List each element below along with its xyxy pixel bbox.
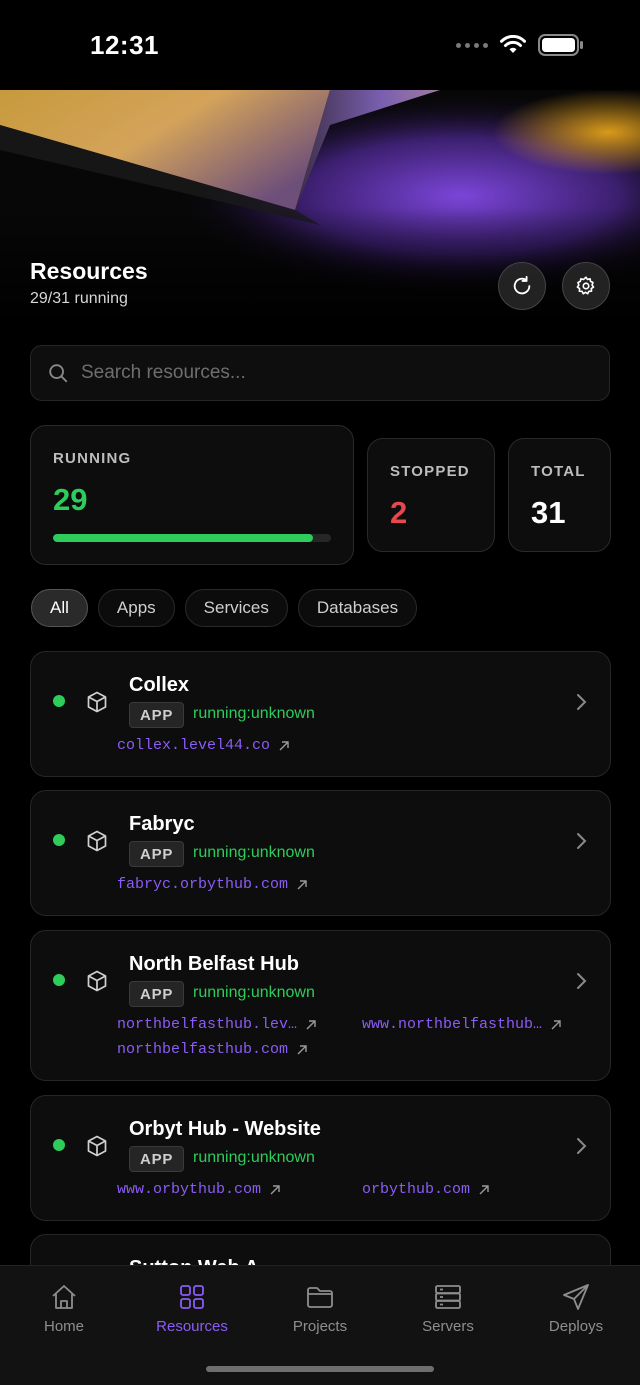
refresh-button[interactable] (498, 262, 546, 310)
total-label: TOTAL (531, 463, 586, 480)
filter-all[interactable]: All (31, 589, 88, 627)
tab-projects[interactable]: Projects (256, 1282, 384, 1335)
total-count: 31 (531, 495, 566, 530)
resource-card-north-belfast-hub[interactable]: North Belfast Hub APP running:unknown no… (30, 930, 611, 1081)
filter-chips: All Apps Services Databases (31, 589, 418, 627)
page-title: Resources (30, 258, 148, 284)
chevron-right-icon (577, 1138, 587, 1154)
status-icons (456, 34, 584, 56)
total-stat-card: TOTAL 31 (508, 438, 611, 552)
running-summary: 29/31 running (30, 290, 128, 307)
external-link-icon (297, 879, 307, 889)
resource-link[interactable]: northbelfasthub.com (117, 1041, 308, 1058)
running-label: RUNNING (53, 450, 132, 467)
external-link-icon (270, 1184, 280, 1194)
chevron-right-icon (577, 973, 587, 989)
search-bar[interactable] (30, 345, 610, 401)
wifi-icon (500, 35, 526, 53)
status-time: 12:31 (90, 30, 159, 60)
hero-header: Resources 29/31 running (0, 90, 640, 325)
resource-link[interactable]: northbelfasthub.lev… (117, 1016, 317, 1033)
status-dot (53, 834, 65, 846)
gear-icon (576, 276, 595, 295)
resource-status: running:unknown (193, 705, 315, 722)
house-icon (52, 1285, 76, 1309)
cube-icon (87, 830, 107, 852)
resource-status: running:unknown (193, 984, 315, 1001)
cellular-signal-icon (456, 42, 488, 48)
filter-services[interactable]: Services (184, 589, 288, 627)
resource-name: Collex (129, 674, 190, 696)
resource-link[interactable]: www.orbythub.com (117, 1181, 281, 1198)
paper-plane-icon (563, 1284, 589, 1310)
cube-icon (87, 970, 107, 992)
tab-projects-label: Projects (292, 1318, 348, 1335)
server-icon (435, 1285, 461, 1309)
resource-card-collex[interactable]: Collex APP running:unknown collex.level4… (30, 651, 611, 777)
resource-link[interactable]: www.northbelfasthub… (362, 1016, 562, 1033)
type-badge: APP (129, 702, 185, 728)
running-count: 29 (53, 482, 88, 517)
status-dot (53, 1139, 65, 1151)
resource-card-orbyt-hub-website[interactable]: Orbyt Hub - Website APP running:unknown … (30, 1095, 611, 1221)
external-link-icon (297, 1044, 307, 1054)
resource-link[interactable]: collex.level44.co (117, 737, 290, 754)
status-dot (53, 974, 65, 986)
type-badge: APP (129, 841, 185, 867)
tab-home[interactable]: Home (0, 1282, 128, 1335)
running-progress-bar (53, 534, 331, 542)
search-icon (49, 364, 68, 383)
refresh-icon (513, 275, 531, 295)
type-badge: APP (129, 1146, 185, 1172)
resource-name: North Belfast Hub (129, 953, 299, 975)
stopped-stat-card: STOPPED 2 (367, 438, 495, 552)
external-link-icon (479, 1184, 489, 1194)
tab-servers-label: Servers (422, 1318, 474, 1335)
resource-link[interactable]: fabryc.orbythub.com (117, 876, 308, 893)
resource-card-fabryc[interactable]: Fabryc APP running:unknown fabryc.orbyth… (30, 790, 611, 916)
tab-home-label: Home (43, 1318, 84, 1335)
search-input[interactable] (81, 362, 561, 384)
battery-icon (538, 34, 583, 56)
stopped-count: 2 (390, 495, 408, 530)
home-indicator (206, 1366, 434, 1372)
running-progress-fill (53, 534, 313, 542)
chevron-right-icon (577, 694, 587, 710)
type-badge: APP (129, 981, 185, 1007)
external-link-icon (279, 740, 289, 750)
settings-button[interactable] (562, 262, 610, 310)
status-bar: 12:31 (0, 0, 640, 90)
cube-icon (87, 691, 107, 713)
external-link-icon (551, 1019, 561, 1029)
external-link-icon (306, 1019, 316, 1029)
tab-servers[interactable]: Servers (384, 1282, 512, 1335)
tab-resources-label: Resources (156, 1318, 228, 1335)
tab-deploys-label: Deploys (548, 1318, 604, 1335)
resource-status: running:unknown (193, 1149, 315, 1166)
grid-icon (180, 1285, 204, 1309)
folder-icon (307, 1287, 333, 1308)
filter-databases[interactable]: Databases (297, 589, 418, 627)
resource-link[interactable]: orbythub.com (362, 1181, 490, 1198)
status-dot (53, 695, 65, 707)
resource-status: running:unknown (193, 844, 315, 861)
resource-name: Orbyt Hub - Website (129, 1118, 321, 1140)
resource-name: Fabryc (129, 813, 195, 835)
stopped-label: STOPPED (390, 463, 470, 480)
filter-apps[interactable]: Apps (97, 589, 175, 627)
chevron-right-icon (577, 833, 587, 849)
cube-icon (87, 1135, 107, 1157)
tab-resources[interactable]: Resources (128, 1282, 256, 1335)
running-stat-card: RUNNING 29 (30, 425, 354, 565)
tab-deploys[interactable]: Deploys (512, 1282, 640, 1335)
